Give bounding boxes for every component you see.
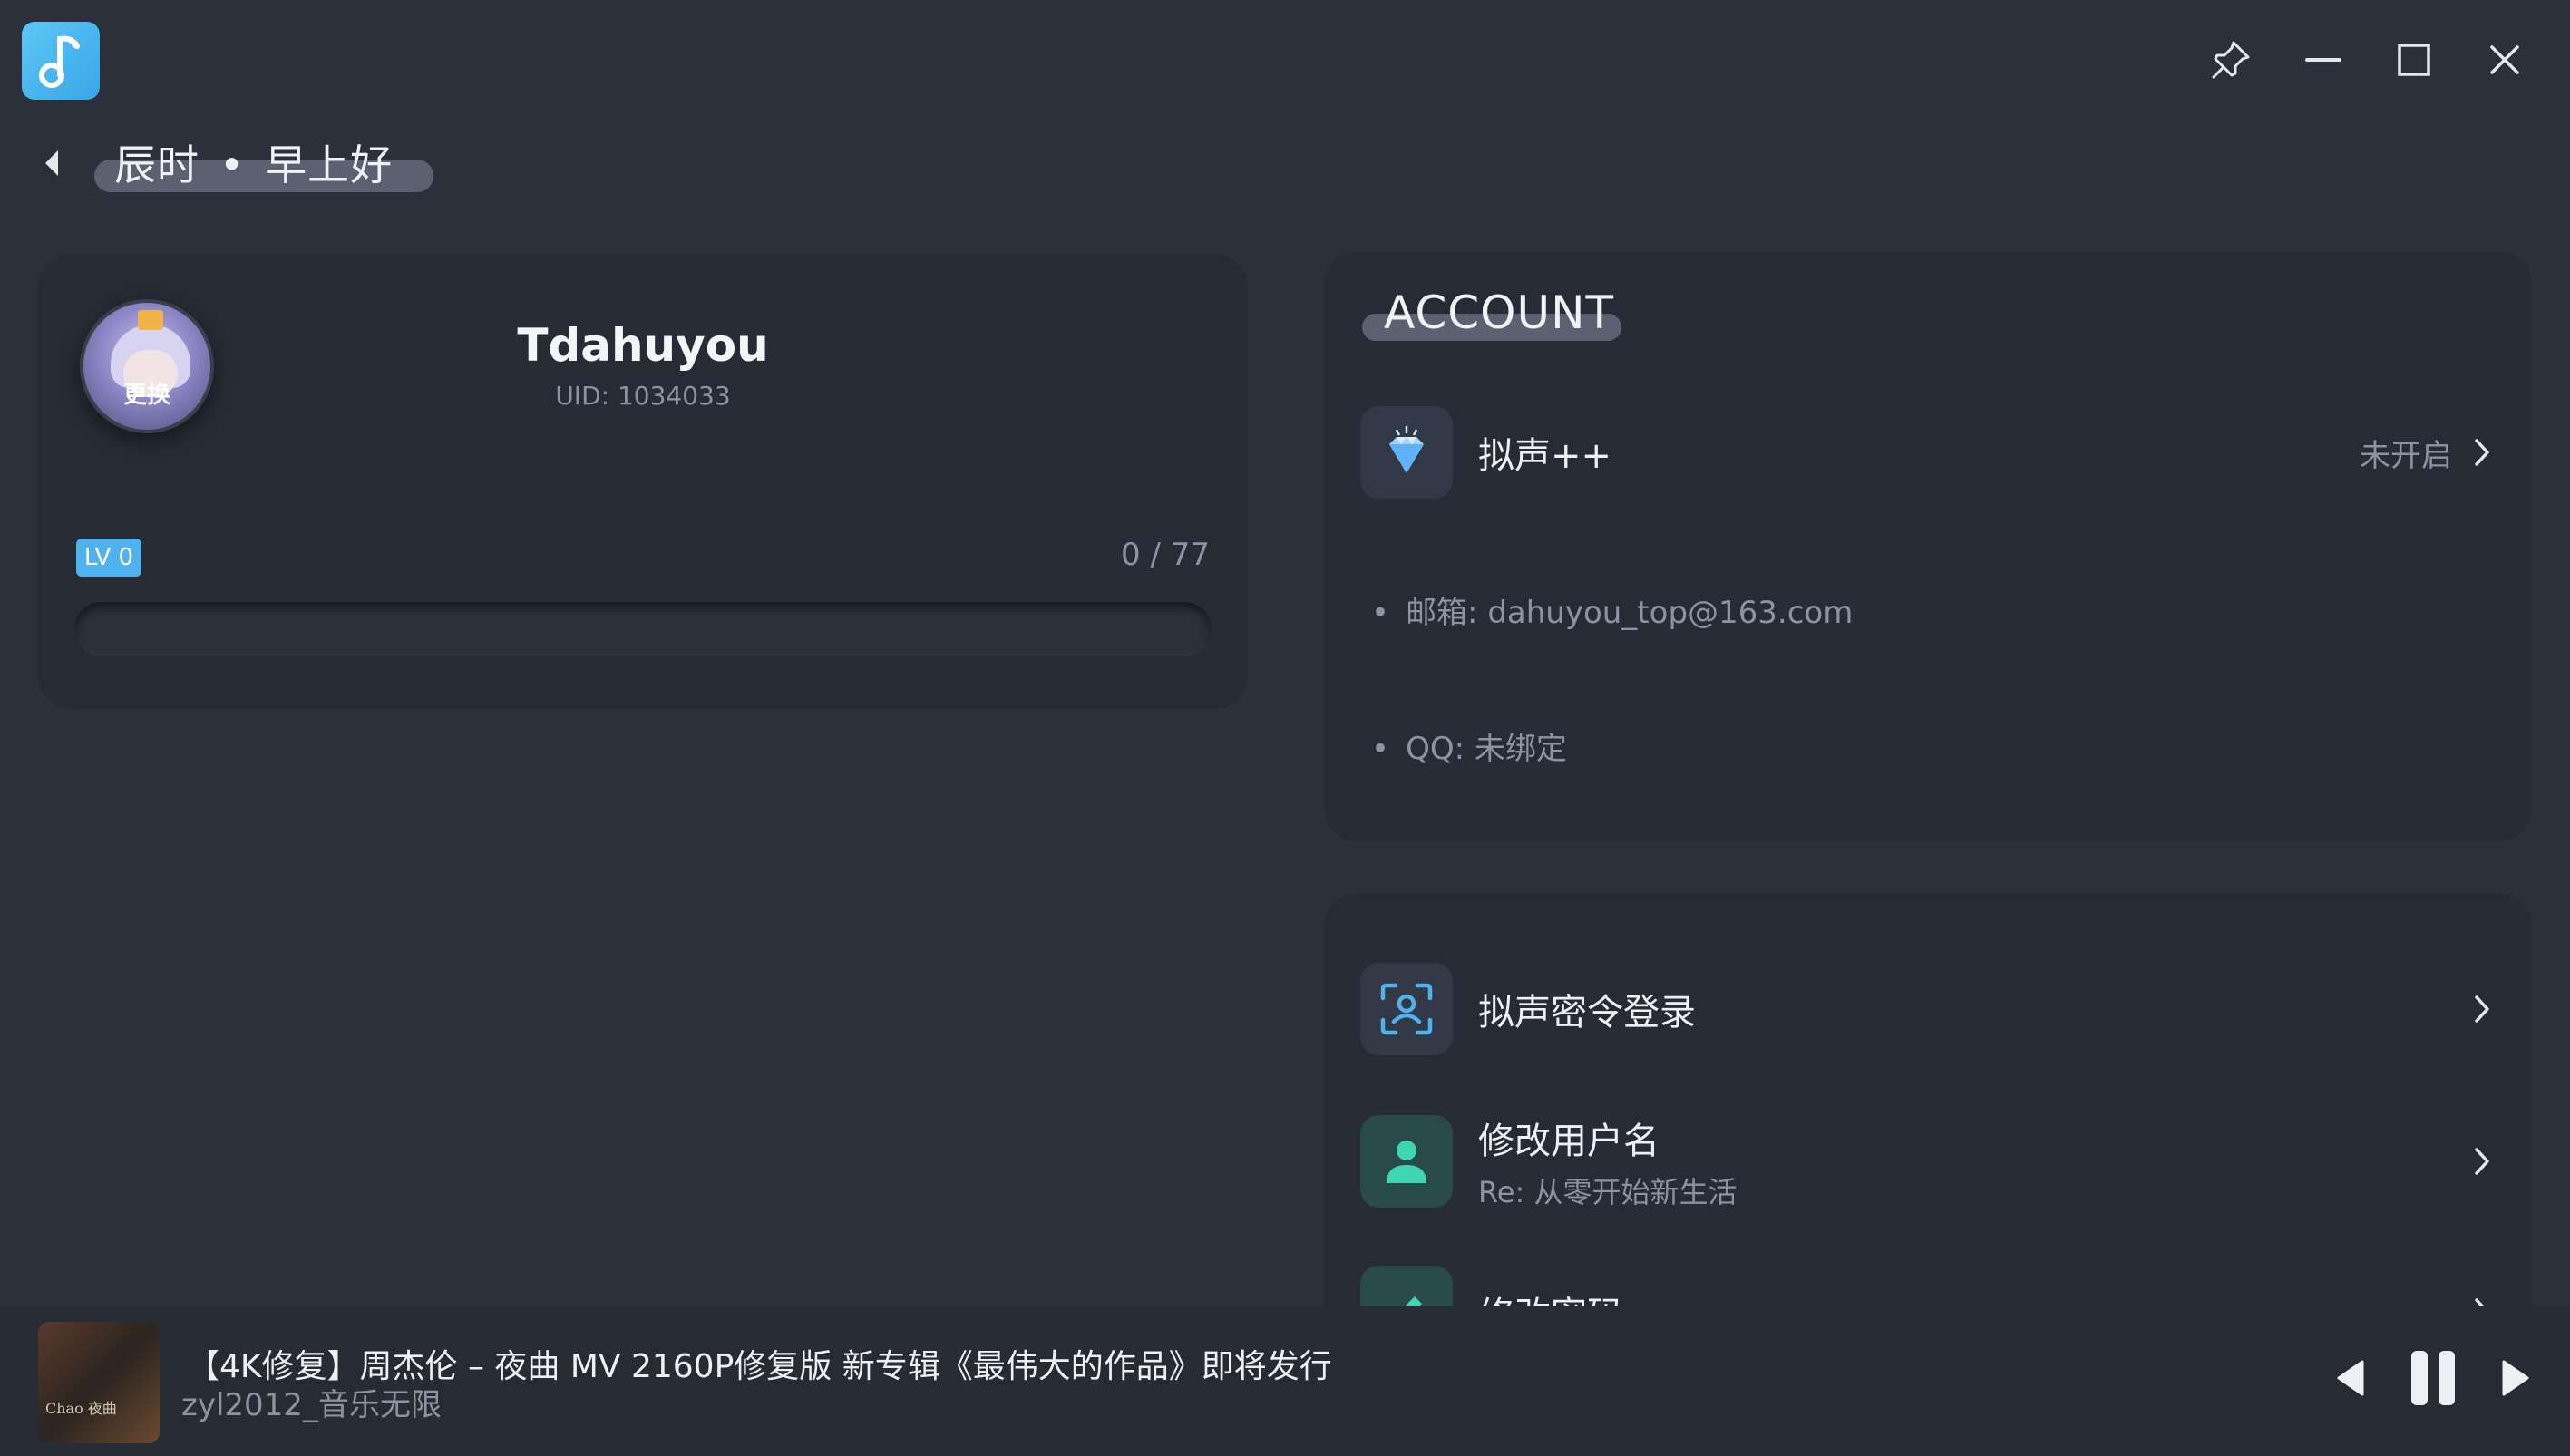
face-scan-icon: [1380, 983, 1433, 1035]
qq-text: QQ: 未绑定: [1406, 731, 1567, 767]
caret-left-icon: [45, 150, 58, 176]
bullet-icon: •: [1371, 731, 1390, 767]
vip-status: 未开启: [2360, 437, 2452, 474]
greeting-separator: •: [219, 141, 246, 189]
current-nickname: Re: 从零开始新生活: [1478, 1175, 1738, 1209]
album-cover[interactable]: Chao 夜曲: [38, 1322, 160, 1443]
change-username-row[interactable]: 修改用户名 Re: 从零开始新生活: [1360, 1115, 2496, 1209]
pause-button[interactable]: [2405, 1342, 2461, 1414]
greeting: 辰时 • 早上好: [114, 132, 393, 192]
minimize-icon: [2305, 58, 2341, 62]
account-title: ACCOUNT: [1384, 286, 1615, 339]
face-scan-icon-box: [1360, 963, 1453, 1055]
pause-icon: [2411, 1351, 2455, 1405]
vip-label: 拟声++: [1478, 435, 1612, 477]
app-logo: [22, 22, 100, 100]
vip-text: 拟声++: [1478, 426, 2360, 479]
close-button[interactable]: [2478, 33, 2532, 87]
music-note-icon: [39, 35, 80, 88]
account-card: ACCOUNT 拟声++ 未开启 • 邮箱: dahuyou_top@163.co…: [1324, 252, 2532, 841]
greeting-time: 辰时: [114, 141, 200, 189]
greeting-text: 早上好: [265, 141, 394, 189]
vip-row[interactable]: 拟声++ 未开启: [1360, 406, 2496, 499]
chevron-right-icon: [2468, 434, 2496, 471]
email-text: 邮箱: dahuyou_top@163.com: [1406, 595, 1854, 631]
settings-card: 拟声密令登录 修改用户名 Re: 从零开始新生活 修改密码: [1324, 894, 2532, 1347]
profile-card: 更换 Tdahuyou UID: 1034033 LV 0 0 / 77: [38, 254, 1248, 709]
previous-icon: [2337, 1360, 2364, 1396]
email-line: • 邮箱: dahuyou_top@163.com: [1371, 587, 1853, 632]
player-bar: Chao 夜曲 【4K修复】周杰伦 – 夜曲 MV 2160P修复版 新专辑《最…: [0, 1306, 2570, 1456]
change-username-label: 修改用户名: [1478, 1121, 1660, 1162]
maximize-button[interactable]: [2387, 33, 2441, 87]
username: Tdahuyou: [517, 319, 769, 372]
diamond-icon-box: [1360, 406, 1453, 499]
minimize-button[interactable]: [2296, 33, 2351, 87]
exp-text: 0 / 77: [1121, 537, 1210, 573]
song-artist[interactable]: zyl2012_音乐无限: [181, 1380, 442, 1424]
user-icon: [1387, 1141, 1426, 1183]
token-login-row[interactable]: 拟声密令登录: [1360, 963, 2496, 1055]
close-icon: [2490, 45, 2519, 74]
back-button[interactable]: [42, 145, 69, 181]
level-badge: LV 0: [76, 539, 141, 577]
chevron-right-icon: [2468, 1143, 2496, 1179]
exp-progress-bar: [74, 602, 1212, 656]
bullet-icon: •: [1371, 595, 1390, 631]
previous-button[interactable]: [2331, 1342, 2370, 1414]
change-username-text: 修改用户名 Re: 从零开始新生活: [1478, 1111, 2468, 1211]
maximize-icon: [2398, 44, 2430, 76]
token-login-text: 拟声密令登录: [1478, 983, 2468, 1035]
next-icon: [2502, 1360, 2529, 1396]
diamond-icon: [1389, 426, 1424, 473]
next-button[interactable]: [2496, 1342, 2536, 1414]
user-icon-box: [1360, 1115, 1453, 1208]
pin-button[interactable]: [2204, 33, 2258, 87]
pin-icon: [2212, 41, 2250, 79]
qq-line: • QQ: 未绑定: [1371, 723, 1567, 768]
user-uid: UID: 1034033: [555, 381, 731, 411]
cover-text: Chao 夜曲: [45, 1400, 117, 1417]
chevron-right-icon: [2468, 991, 2496, 1027]
token-login-label: 拟声密令登录: [1478, 992, 1696, 1034]
